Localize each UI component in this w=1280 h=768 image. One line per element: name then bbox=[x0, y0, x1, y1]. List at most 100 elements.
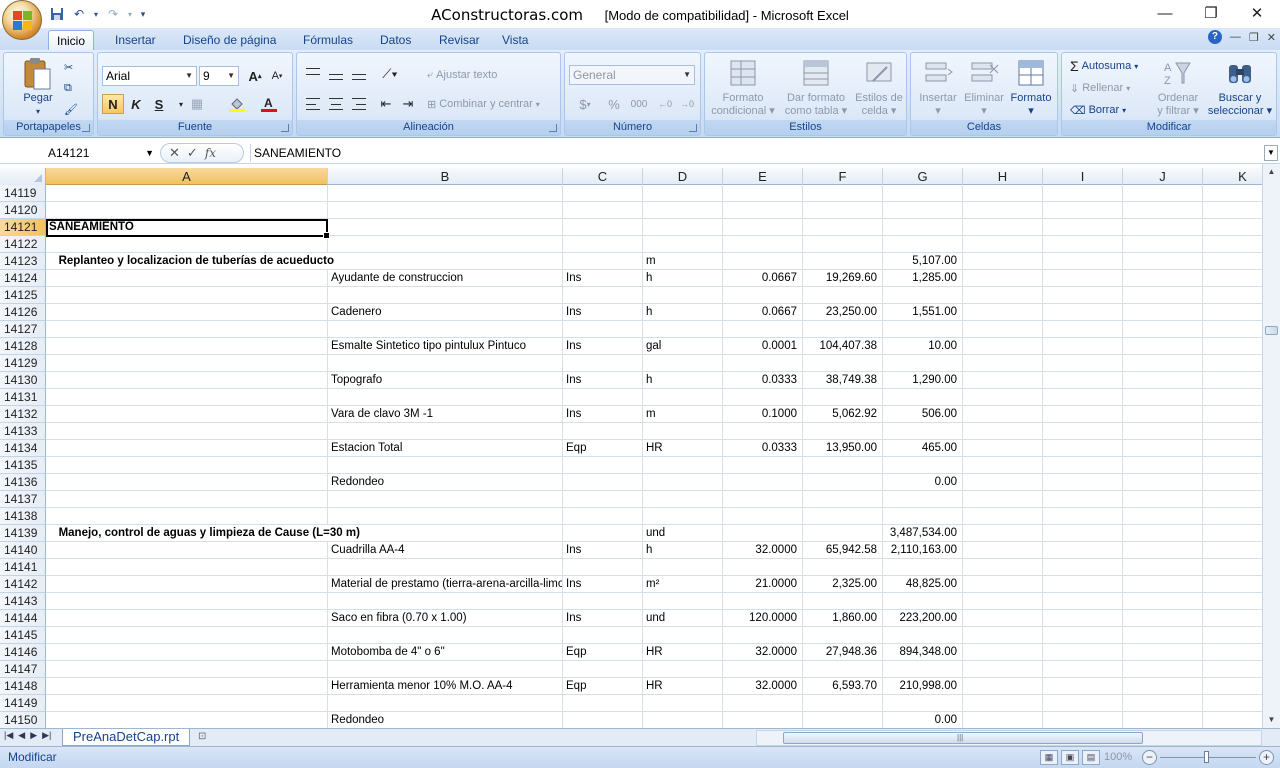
cell-i[interactable] bbox=[1043, 270, 1123, 287]
alignment-launcher-icon[interactable] bbox=[549, 124, 557, 132]
scroll-up-icon[interactable]: ▲ bbox=[1263, 164, 1280, 180]
cell-h[interactable] bbox=[963, 627, 1043, 644]
cell-h[interactable] bbox=[963, 423, 1043, 440]
cell-e[interactable]: 0.0667 bbox=[723, 304, 803, 321]
cell-d[interactable]: h bbox=[643, 304, 723, 321]
cell-f[interactable] bbox=[803, 185, 883, 202]
cell-e[interactable] bbox=[723, 661, 803, 678]
cell-d[interactable] bbox=[643, 287, 723, 304]
cell-c[interactable] bbox=[563, 236, 643, 253]
cell-k[interactable] bbox=[1203, 695, 1262, 712]
fill-button[interactable]: ⇓ Rellenar ▾ bbox=[1070, 78, 1130, 98]
cell-a[interactable]: Replanteo y localizacion de tuberías de … bbox=[46, 253, 646, 270]
cell-e[interactable] bbox=[723, 423, 803, 440]
wrap-text-button[interactable]: ⤶ Ajustar texto bbox=[427, 65, 497, 85]
tab-inicio[interactable]: Inicio bbox=[48, 30, 95, 50]
cell-a[interactable] bbox=[46, 712, 328, 728]
column-header-k[interactable]: K bbox=[1203, 168, 1262, 185]
cell-g[interactable]: 210,998.00 bbox=[883, 678, 963, 695]
row-header[interactable]: 14126 bbox=[0, 304, 46, 321]
cell-h[interactable] bbox=[963, 406, 1043, 423]
cell-j[interactable] bbox=[1123, 236, 1203, 253]
cell-b[interactable] bbox=[328, 355, 563, 372]
row-header[interactable]: 14125 bbox=[0, 287, 46, 304]
name-box[interactable]: A14121 ▼ bbox=[2, 144, 158, 162]
delete-cells-button[interactable]: Eliminar ▾ bbox=[961, 57, 1007, 118]
cell-f[interactable] bbox=[803, 712, 883, 728]
cell-e[interactable] bbox=[723, 321, 803, 338]
row-header[interactable]: 14149 bbox=[0, 695, 46, 712]
cell-e[interactable]: 120.0000 bbox=[723, 610, 803, 627]
align-top-icon[interactable] bbox=[302, 64, 324, 84]
cell-e[interactable] bbox=[723, 355, 803, 372]
cell-b[interactable]: Cuadrilla AA-4 bbox=[328, 542, 563, 559]
row-header[interactable]: 14135 bbox=[0, 457, 46, 474]
row-header[interactable]: 14124 bbox=[0, 270, 46, 287]
cell-f[interactable]: 1,860.00 bbox=[803, 610, 883, 627]
cell-f[interactable] bbox=[803, 508, 883, 525]
cell-e[interactable]: 21.0000 bbox=[723, 576, 803, 593]
cell-d[interactable]: HR bbox=[643, 678, 723, 695]
cell-a[interactable] bbox=[46, 355, 328, 372]
cell-k[interactable] bbox=[1203, 253, 1262, 270]
cell-h[interactable] bbox=[963, 202, 1043, 219]
cell-h[interactable] bbox=[963, 576, 1043, 593]
cell-e[interactable] bbox=[723, 287, 803, 304]
copy-icon[interactable]: ⧉ bbox=[64, 78, 72, 98]
cell-k[interactable] bbox=[1203, 491, 1262, 508]
cell-g[interactable] bbox=[883, 508, 963, 525]
tab-diseno-pagina[interactable]: Diseño de página bbox=[175, 30, 284, 50]
column-header-i[interactable]: I bbox=[1043, 168, 1123, 185]
cell-j[interactable] bbox=[1123, 474, 1203, 491]
conditional-format-button[interactable]: Formato condicional ▾ bbox=[707, 57, 779, 118]
cell-g[interactable]: 0.00 bbox=[883, 474, 963, 491]
cell-k[interactable] bbox=[1203, 576, 1262, 593]
cell-j[interactable] bbox=[1123, 678, 1203, 695]
cell-j[interactable] bbox=[1123, 304, 1203, 321]
cell-b[interactable] bbox=[328, 219, 563, 236]
cell-a[interactable] bbox=[46, 457, 328, 474]
cell-c[interactable]: Ins bbox=[563, 372, 643, 389]
cell-b[interactable] bbox=[328, 287, 563, 304]
decrease-indent-icon[interactable]: ⇤ bbox=[375, 94, 397, 114]
cell-f[interactable] bbox=[803, 525, 883, 542]
cell-i[interactable] bbox=[1043, 287, 1123, 304]
column-header-g[interactable]: G bbox=[883, 168, 963, 185]
row-header[interactable]: 14150 bbox=[0, 712, 46, 728]
column-header-c[interactable]: C bbox=[563, 168, 643, 185]
vertical-scroll-thumb[interactable] bbox=[1265, 326, 1278, 335]
cell-styles-button[interactable]: Estilos de celda ▾ bbox=[851, 57, 907, 118]
cell-i[interactable] bbox=[1043, 610, 1123, 627]
cell-c[interactable] bbox=[563, 321, 643, 338]
cell-f[interactable] bbox=[803, 627, 883, 644]
row-header[interactable]: 14129 bbox=[0, 355, 46, 372]
cell-c[interactable] bbox=[563, 474, 643, 491]
page-break-view-icon[interactable]: ▤ bbox=[1082, 750, 1100, 765]
clipboard-launcher-icon[interactable] bbox=[82, 124, 90, 132]
cell-c[interactable] bbox=[563, 712, 643, 728]
cell-c[interactable] bbox=[563, 389, 643, 406]
cell-i[interactable] bbox=[1043, 236, 1123, 253]
cell-j[interactable] bbox=[1123, 202, 1203, 219]
next-sheet-icon[interactable]: ▶ bbox=[30, 730, 37, 741]
cell-i[interactable] bbox=[1043, 253, 1123, 270]
cell-a[interactable]: Manejo, control de aguas y limpieza de C… bbox=[46, 525, 646, 542]
cell-g[interactable] bbox=[883, 321, 963, 338]
vertical-scrollbar[interactable]: ▲ ▼ bbox=[1262, 164, 1280, 728]
cell-j[interactable] bbox=[1123, 372, 1203, 389]
cell-c[interactable] bbox=[563, 559, 643, 576]
cell-b[interactable] bbox=[328, 202, 563, 219]
cell-i[interactable] bbox=[1043, 202, 1123, 219]
cell-e[interactable]: 0.0667 bbox=[723, 270, 803, 287]
cell-c[interactable]: Ins bbox=[563, 338, 643, 355]
cell-f[interactable] bbox=[803, 491, 883, 508]
cell-b[interactable] bbox=[328, 627, 563, 644]
cell-i[interactable] bbox=[1043, 185, 1123, 202]
cell-j[interactable] bbox=[1123, 270, 1203, 287]
cell-g[interactable]: 1,285.00 bbox=[883, 270, 963, 287]
cell-g[interactable] bbox=[883, 185, 963, 202]
cell-b[interactable]: Motobomba de 4" o 6" bbox=[328, 644, 563, 661]
cell-b[interactable] bbox=[328, 423, 563, 440]
row-header[interactable]: 14127 bbox=[0, 321, 46, 338]
zoom-out-icon[interactable]: − bbox=[1142, 750, 1157, 765]
